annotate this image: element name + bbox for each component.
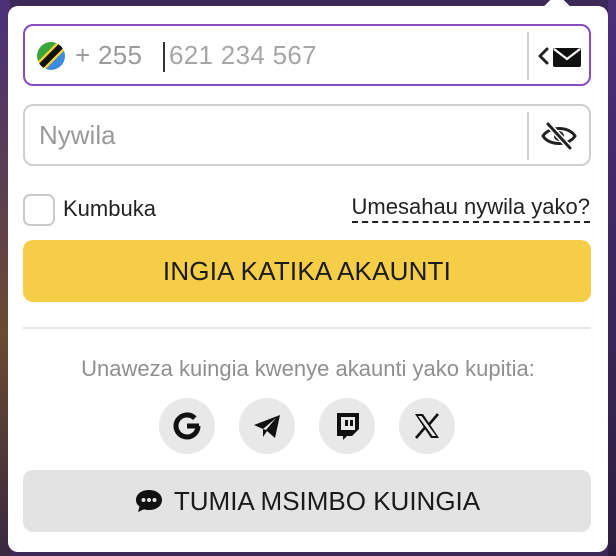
switch-to-email-icon: [538, 47, 581, 67]
password-field[interactable]: Nywila: [23, 104, 591, 166]
forgot-password-link[interactable]: Umesahau nywila yako?: [351, 194, 590, 223]
x-login-button[interactable]: [399, 398, 455, 454]
divider: [23, 327, 591, 329]
phone-field[interactable]: + 255 621 234 567: [23, 24, 591, 86]
phone-input[interactable]: 621 234 567: [169, 40, 317, 71]
telegram-icon: [254, 415, 280, 438]
login-popup: + 255 621 234 567 Nywila Kumbuka Umesaha…: [8, 0, 608, 552]
field-divider: [527, 32, 529, 80]
eye-slash-icon: [541, 121, 577, 151]
background-strip-right: [608, 0, 616, 556]
switch-to-email-button[interactable]: [533, 40, 587, 72]
x-icon: [415, 413, 439, 439]
login-with-code-label: TUMIA MSIMBO KUINGIA: [173, 485, 481, 516]
remember-checkbox[interactable]: [23, 194, 55, 226]
telegram-login-button[interactable]: [239, 398, 295, 454]
remember-label[interactable]: Kumbuka: [63, 196, 156, 222]
password-input[interactable]: Nywila: [39, 120, 116, 151]
social-login-prompt: Unaweza kuingia kwenye akaunti yako kupi…: [81, 356, 535, 381]
twitch-icon: [337, 413, 359, 440]
login-button[interactable]: INGIA KATIKA AKAUNTI: [23, 240, 591, 302]
dial-code: + 255: [75, 40, 143, 70]
tanzania-flag-icon[interactable]: [37, 42, 65, 70]
twitch-login-button[interactable]: [319, 398, 375, 454]
toggle-password-visibility-button[interactable]: [539, 118, 579, 154]
text-cursor: [163, 42, 165, 72]
popup-pointer: [544, 0, 570, 19]
google-icon: [173, 412, 201, 440]
field-divider: [527, 112, 529, 160]
google-login-button[interactable]: [159, 398, 215, 454]
chat-bubble-icon: [135, 490, 162, 512]
login-with-code-button[interactable]: TUMIA MSIMBO KUINGIA: [23, 470, 591, 532]
